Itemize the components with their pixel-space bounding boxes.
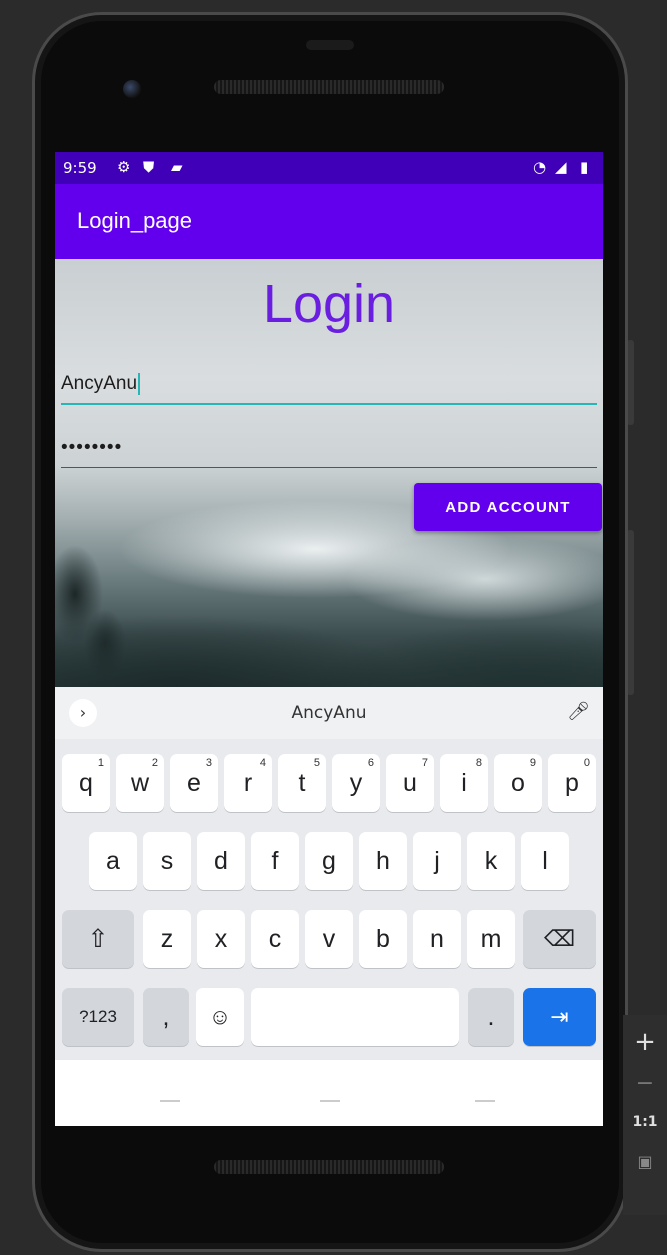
key-d[interactable]: d bbox=[197, 832, 245, 890]
emoji-key[interactable]: ☺ bbox=[196, 988, 244, 1046]
zoom-in-button[interactable]: + bbox=[623, 1027, 667, 1057]
key-x[interactable]: x bbox=[197, 910, 245, 968]
navigation-bar bbox=[55, 1060, 603, 1126]
login-form: Login AncyAnu •••••••• ADD ACCOUNT bbox=[55, 259, 603, 687]
earpiece-speaker bbox=[214, 80, 444, 94]
add-account-button[interactable]: ADD ACCOUNT bbox=[414, 483, 602, 531]
key-y[interactable]: y6 bbox=[332, 754, 380, 812]
soft-keyboard: › AncyAnu 🎤︎ q1 w2 e3 r4 t5 y6 u7 i8 o9 … bbox=[55, 687, 603, 1060]
sd-card-icon: ▰ bbox=[171, 158, 183, 176]
phone-power-button bbox=[627, 530, 634, 695]
back-hint[interactable] bbox=[160, 1100, 180, 1102]
key-c[interactable]: c bbox=[251, 910, 299, 968]
shift-key[interactable]: ⇧ bbox=[62, 910, 134, 968]
password-input[interactable]: •••••••• bbox=[61, 427, 597, 468]
key-p[interactable]: p0 bbox=[548, 754, 596, 812]
shield-icon: ⛊ bbox=[143, 158, 155, 176]
microphone-icon[interactable]: 🎤︎ bbox=[567, 701, 590, 722]
emulator-toolbar: + − 1:1 ▣ bbox=[623, 1015, 667, 1215]
key-m[interactable]: m bbox=[467, 910, 515, 968]
key-n[interactable]: n bbox=[413, 910, 461, 968]
key-z[interactable]: z bbox=[143, 910, 191, 968]
key-t[interactable]: t5 bbox=[278, 754, 326, 812]
key-r[interactable]: r4 bbox=[224, 754, 272, 812]
key-q[interactable]: q1 bbox=[62, 754, 110, 812]
space-key[interactable] bbox=[251, 988, 459, 1046]
home-hint[interactable] bbox=[320, 1100, 340, 1102]
app-bar: Login_page bbox=[55, 184, 603, 259]
key-u[interactable]: u7 bbox=[386, 754, 434, 812]
text-cursor bbox=[138, 373, 141, 395]
wifi-icon: ◔ bbox=[533, 158, 547, 176]
suggestion-word[interactable]: AncyAnu bbox=[55, 703, 603, 723]
phone-top-slot bbox=[306, 40, 354, 50]
phone-screen: 9:59 ⚙ ⛊ ▰ ◔ ◢ ▮ Login_page Login AncyAn… bbox=[55, 152, 603, 1126]
fit-screen-icon[interactable]: ▣ bbox=[623, 1152, 667, 1171]
key-j[interactable]: j bbox=[413, 832, 461, 890]
signal-icon: ◢ bbox=[555, 158, 567, 176]
key-h[interactable]: h bbox=[359, 832, 407, 890]
period-key[interactable]: . bbox=[468, 988, 514, 1046]
settings-icon: ⚙ bbox=[117, 158, 131, 176]
symbols-key[interactable]: ?123 bbox=[62, 988, 134, 1046]
key-b[interactable]: b bbox=[359, 910, 407, 968]
status-time: 9:59 bbox=[63, 159, 97, 177]
background-tree bbox=[55, 474, 145, 687]
phone-volume-button bbox=[627, 340, 634, 425]
recents-hint[interactable] bbox=[475, 1100, 495, 1102]
actual-size-button[interactable]: 1:1 bbox=[623, 1114, 667, 1130]
key-k[interactable]: k bbox=[467, 832, 515, 890]
app-title: Login_page bbox=[77, 208, 193, 233]
backspace-key[interactable]: ⌫ bbox=[523, 910, 596, 968]
front-camera bbox=[123, 80, 141, 98]
key-s[interactable]: s bbox=[143, 832, 191, 890]
comma-key[interactable]: , bbox=[143, 988, 189, 1046]
key-e[interactable]: e3 bbox=[170, 754, 218, 812]
battery-icon: ▮ bbox=[580, 158, 589, 176]
key-g[interactable]: g bbox=[305, 832, 353, 890]
emoji-icon: ☺ bbox=[208, 1004, 232, 1029]
next-key[interactable]: ⇥ bbox=[523, 988, 596, 1046]
password-mask: •••••••• bbox=[61, 437, 123, 458]
username-input[interactable]: AncyAnu bbox=[61, 363, 597, 405]
key-i[interactable]: i8 bbox=[440, 754, 488, 812]
key-f[interactable]: f bbox=[251, 832, 299, 890]
key-l[interactable]: l bbox=[521, 832, 569, 890]
zoom-out-button[interactable]: − bbox=[623, 1071, 667, 1096]
key-o[interactable]: o9 bbox=[494, 754, 542, 812]
bottom-speaker bbox=[214, 1160, 444, 1174]
backspace-icon: ⌫ bbox=[543, 926, 576, 951]
shift-icon: ⇧ bbox=[87, 925, 109, 953]
suggestion-strip: › AncyAnu 🎤︎ bbox=[55, 687, 603, 739]
tab-arrow-icon: ⇥ bbox=[550, 1004, 569, 1029]
username-value: AncyAnu bbox=[61, 373, 138, 395]
key-a[interactable]: a bbox=[89, 832, 137, 890]
status-bar: 9:59 ⚙ ⛊ ▰ ◔ ◢ ▮ bbox=[55, 152, 603, 184]
key-v[interactable]: v bbox=[305, 910, 353, 968]
key-w[interactable]: w2 bbox=[116, 754, 164, 812]
login-heading: Login bbox=[262, 274, 396, 334]
